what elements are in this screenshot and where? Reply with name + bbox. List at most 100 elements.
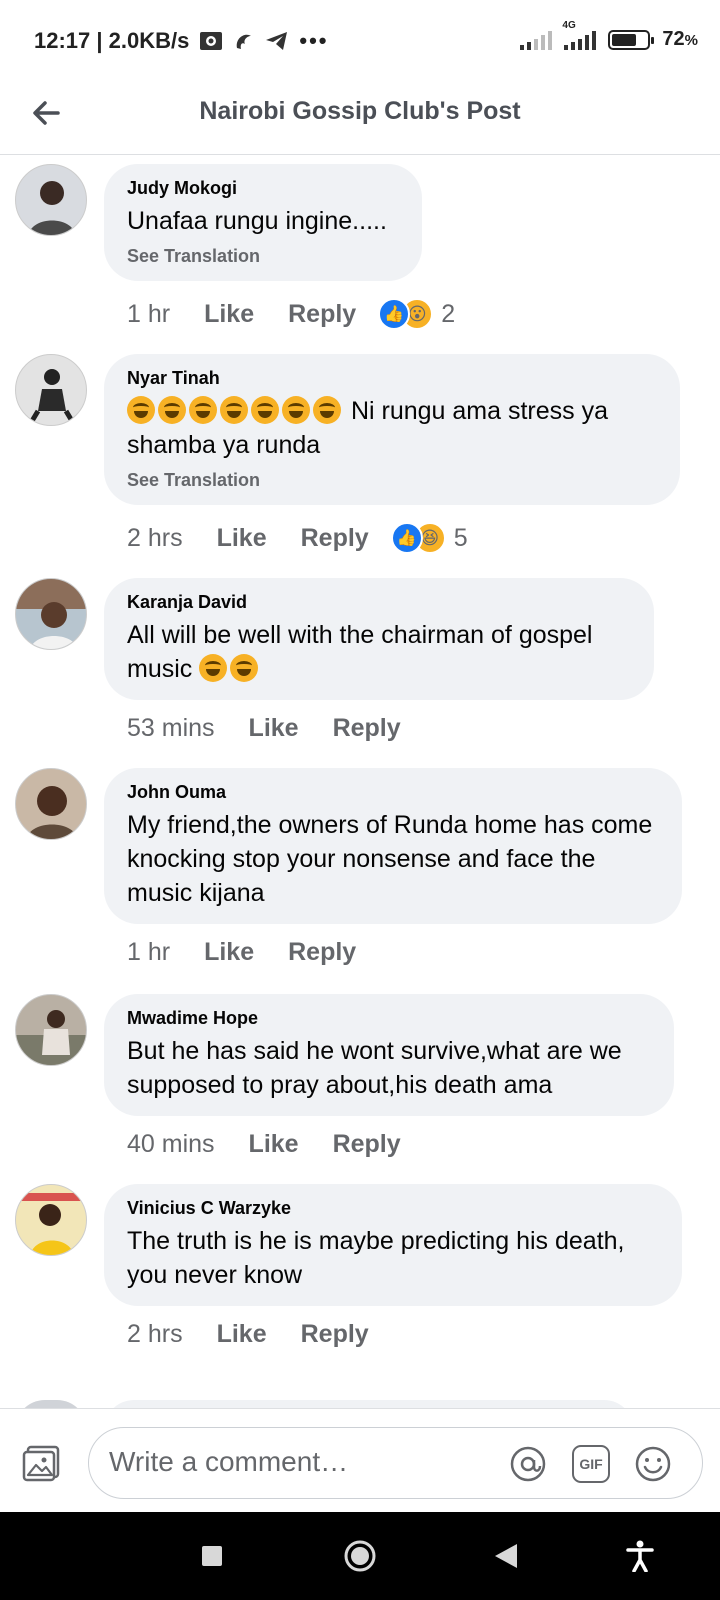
comment-text: Unafaa rungu ingine..... [127, 207, 387, 235]
reply-button[interactable]: Reply [301, 1320, 369, 1349]
avatar[interactable] [15, 768, 87, 840]
avatar-image [26, 786, 78, 839]
see-translation-link[interactable]: See Translation [127, 246, 400, 267]
app-header: Nairobi Gossip Club's Post [0, 85, 720, 155]
reply-button[interactable]: Reply [288, 938, 356, 967]
commenter-name[interactable]: John Ouma [127, 782, 660, 803]
laughing-emoji [313, 396, 341, 424]
avatar-image [29, 369, 75, 423]
like-button[interactable]: Like [249, 1130, 299, 1159]
photo-icon[interactable] [22, 1443, 62, 1483]
reply-button[interactable]: Reply [301, 524, 369, 553]
laughing-emoji [158, 396, 186, 424]
accessibility-button[interactable] [618, 1534, 662, 1578]
like-button[interactable]: Like [204, 938, 254, 967]
comment-actions: 1 hr Like Reply 👍 😮 2 [127, 298, 455, 330]
avatar[interactable] [15, 354, 87, 426]
comment-actions: 40 mins Like Reply [127, 1130, 435, 1159]
reaction-summary[interactable]: 👍 😮 2 [378, 298, 455, 330]
grinning-emoji-row [199, 654, 261, 683]
avatar-image [28, 181, 76, 235]
like-button[interactable]: Like [249, 714, 299, 743]
like-button[interactable]: Like [217, 524, 267, 553]
network-type: 4G [562, 19, 576, 31]
comment-text: My friend,the owners of Runda home has c… [127, 811, 653, 907]
comment-input[interactable]: Write a comment… GIF [88, 1427, 703, 1499]
square-icon [202, 1546, 222, 1566]
like-button[interactable]: Like [217, 1320, 267, 1349]
reply-button[interactable]: Reply [333, 1130, 401, 1159]
clock: 12:17 [34, 28, 91, 53]
back-button[interactable] [484, 1534, 528, 1578]
home-circle-icon [344, 1540, 376, 1572]
swirl-icon [237, 34, 252, 49]
recents-button[interactable] [190, 1534, 234, 1578]
avatar-image [16, 1010, 86, 1065]
gif-label: GIF [579, 1456, 603, 1472]
laughing-emoji [127, 396, 155, 424]
laughing-emoji-row [127, 396, 344, 425]
commenter-name[interactable]: Karanja David [127, 592, 632, 613]
mention-icon[interactable] [509, 1445, 547, 1483]
reaction-summary[interactable]: 👍 😆 5 [390, 522, 468, 554]
commenter-name[interactable]: Vinicius C Warzyke [127, 1198, 660, 1219]
comment-time: 53 mins [127, 714, 215, 742]
grinning-emoji [199, 654, 228, 682]
page-title: Nairobi Gossip Club's Post [199, 97, 521, 125]
reply-button[interactable]: Reply [288, 300, 356, 329]
triangle-back-icon [495, 1544, 517, 1568]
laughing-emoji [251, 396, 279, 424]
comment-bubble[interactable]: Vinicius C Warzyke The truth is he is ma… [104, 1184, 682, 1306]
comments-feed[interactable]: Judy Mokogi Unafaa rungu ingine..... See… [0, 156, 720, 1408]
next-avatar-peek [15, 1400, 87, 1408]
comment-time: 2 hrs [127, 1320, 183, 1348]
like-icon: 👍 [378, 298, 411, 330]
comment-bubble[interactable]: John Ouma My friend,the owners of Runda … [104, 768, 682, 924]
comment-time: 2 hrs [127, 523, 183, 552]
comment-bubble[interactable]: Karanja David All will be well with the … [104, 578, 654, 700]
status-left: 12:17 | 2.0KB/s ••• [34, 28, 329, 53]
see-translation-link[interactable]: See Translation [127, 470, 658, 491]
more-notifications-icon: ••• [299, 28, 329, 53]
laughing-emoji [282, 396, 310, 424]
comment-time: 1 hr [127, 299, 171, 328]
comment-text: The truth is he is maybe predicting his … [127, 1227, 625, 1289]
commenter-name[interactable]: Mwadime Hope [127, 1008, 652, 1029]
emoji-icon[interactable] [634, 1445, 672, 1483]
gif-button[interactable]: GIF [572, 1445, 610, 1483]
comment-bubble[interactable]: Mwadime Hope But he has said he wont sur… [104, 994, 674, 1116]
home-button[interactable] [338, 1534, 382, 1578]
avatar[interactable] [15, 164, 87, 236]
comment-actions: 53 mins Like Reply [127, 714, 435, 743]
signal-icon-sim1 [520, 30, 553, 50]
telegram-icon [266, 32, 288, 50]
percent-sign: % [684, 32, 698, 49]
screenshot-icon [200, 32, 223, 50]
laughing-emoji [189, 396, 217, 424]
comment-placeholder: Write a comment… [109, 1446, 349, 1477]
comment-bubble[interactable]: Nyar Tinah Ni rungu ama stress ya shamba… [104, 354, 680, 505]
comment-text: But he has said he wont survive,what are… [127, 1037, 622, 1099]
status-bar: 12:17 | 2.0KB/s ••• 4G 72% [0, 0, 720, 85]
comment-text: All will be well with the chairman of go… [127, 621, 593, 683]
commenter-name[interactable]: Judy Mokogi [127, 178, 400, 199]
battery-percent: 72 [662, 28, 685, 50]
comment-actions: 2 hrs Like Reply [127, 1320, 403, 1349]
laughing-emoji [220, 396, 248, 424]
reaction-count: 5 [453, 523, 468, 552]
avatar[interactable] [15, 1184, 87, 1256]
comment-actions: 2 hrs Like Reply 👍 😆 5 [127, 522, 468, 554]
like-icon: 👍 [390, 522, 423, 554]
like-button[interactable]: Like [204, 300, 254, 329]
avatar-image [16, 579, 86, 649]
comment-bubble[interactable]: Judy Mokogi Unafaa rungu ingine..... See… [104, 164, 422, 281]
accessibility-icon [626, 1540, 654, 1572]
commenter-name[interactable]: Nyar Tinah [127, 368, 658, 389]
signal-icon-sim2 [564, 30, 597, 50]
avatar[interactable] [15, 994, 87, 1066]
status-right: 4G 72% [520, 20, 698, 51]
system-nav-bar [0, 1512, 720, 1600]
network-speed: 2.0KB/s [108, 28, 190, 53]
reply-button[interactable]: Reply [333, 714, 401, 743]
avatar[interactable] [15, 578, 87, 650]
